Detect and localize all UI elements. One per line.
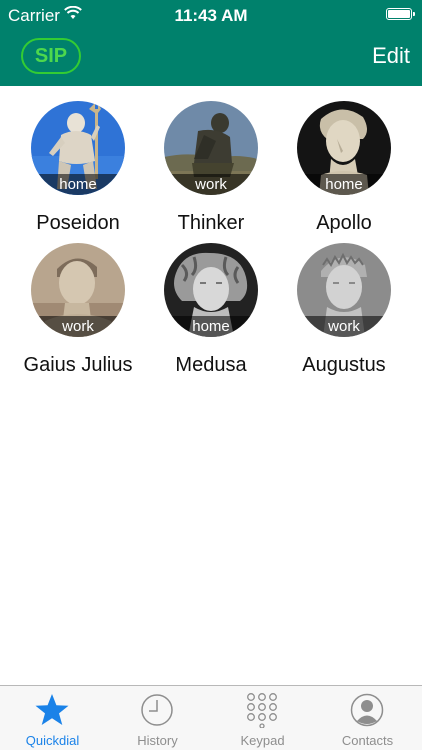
tab-label: Keypad <box>240 733 285 748</box>
tab-bar: Quickdial History Keypad Contacts <box>0 685 422 750</box>
contact-avatar[interactable]: home <box>164 243 258 337</box>
keypad-icon <box>247 693 277 728</box>
contact-tag: work <box>164 174 258 195</box>
contact-tag: home <box>164 316 258 337</box>
clock-icon <box>141 694 173 726</box>
tab-contacts[interactable]: Contacts <box>315 686 420 750</box>
star-icon <box>35 694 69 725</box>
contact-icon <box>350 693 384 727</box>
contact-tag: home <box>31 174 125 195</box>
tab-keypad[interactable]: Keypad <box>210 686 315 750</box>
contact-tag: work <box>31 316 125 337</box>
contact-avatar[interactable]: work <box>164 101 258 195</box>
contact-name: Apollo <box>316 212 372 234</box>
contact-name: Augustus <box>302 354 386 376</box>
contact-tag: work <box>297 316 391 337</box>
sip-button[interactable]: SIP <box>21 38 81 74</box>
status-time: 11:43 AM <box>174 6 248 25</box>
contact-avatar[interactable]: work <box>31 243 125 337</box>
contact-avatar[interactable]: home <box>297 101 391 195</box>
battery-icon <box>386 8 415 20</box>
edit-button[interactable]: Edit <box>372 43 410 69</box>
tab-label: Contacts <box>341 733 394 748</box>
contact-avatar[interactable]: home <box>31 101 125 195</box>
tab-label: Quickdial <box>25 733 80 748</box>
contact-tag: home <box>297 174 391 195</box>
tab-label: History <box>137 733 178 748</box>
top-bar: Carrier 11:43 AM SIP Edit <box>0 0 422 86</box>
contact-avatar[interactable]: work <box>297 243 391 337</box>
tab-quickdial[interactable]: Quickdial <box>0 686 105 750</box>
status-bar: Carrier 11:43 AM <box>0 0 422 30</box>
tab-history[interactable]: History <box>105 686 210 750</box>
